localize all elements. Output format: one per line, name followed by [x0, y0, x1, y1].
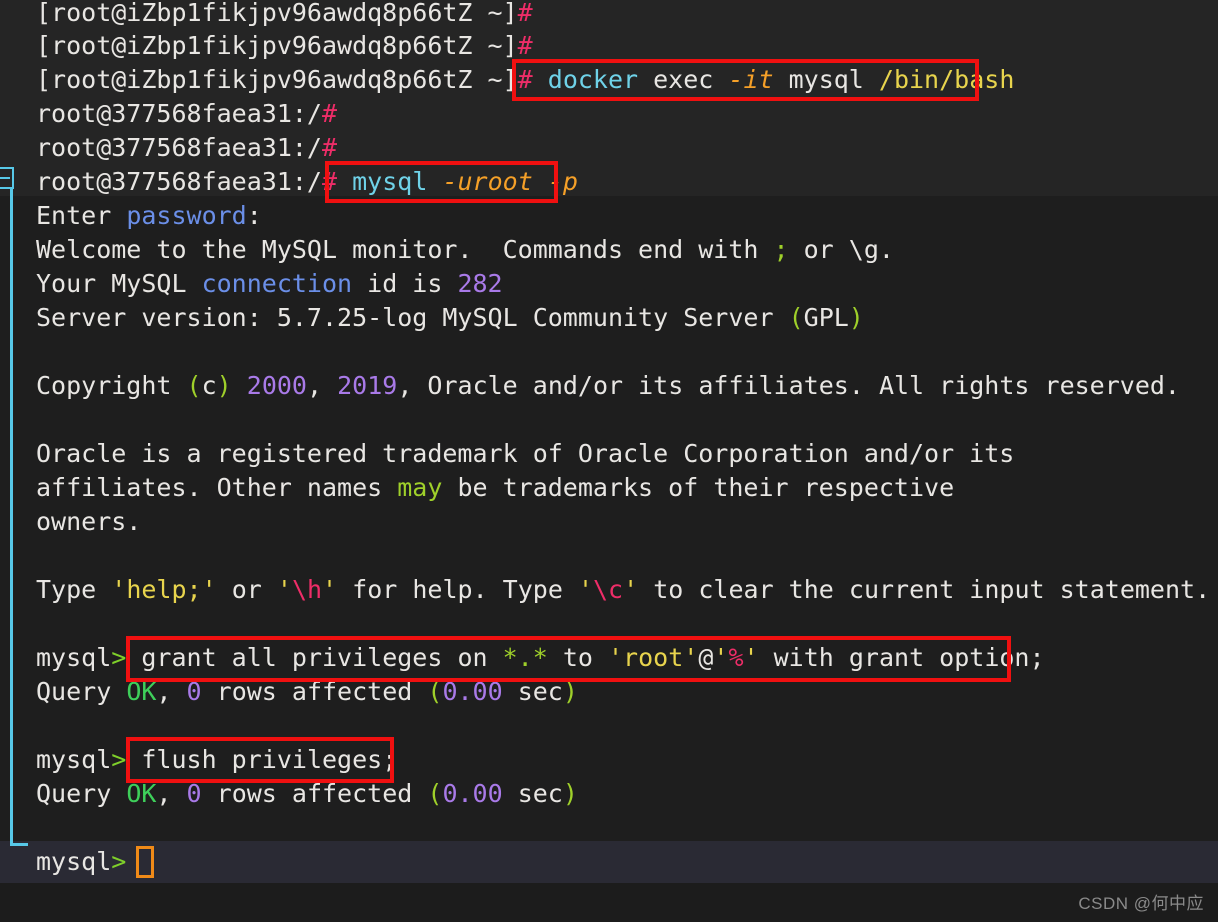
- mysql-prompt: mysql: [36, 745, 112, 774]
- terminal-line-9-connection-id: Your MySQL connection id is 282: [36, 269, 503, 298]
- csdn-watermark: CSDN @何中应: [1078, 894, 1204, 913]
- terminal-line-1: [root@iZbp1fikjpv96awdq8p66tZ ~]#: [36, 0, 533, 30]
- terminal-line-12-trademark: Oracle is a registered trademark of Orac…: [36, 439, 1015, 468]
- grant-clause: grant all privileges on: [126, 643, 503, 672]
- prompt-hash: #: [517, 65, 533, 94]
- flush-command: flush privileges;: [126, 745, 398, 774]
- query-time: 0.00: [442, 677, 503, 706]
- docker-subcommand: exec: [638, 65, 729, 94]
- text-cursor: [136, 846, 154, 878]
- grant-scope: *.*: [502, 643, 548, 672]
- docker-keyword: docker: [547, 65, 639, 94]
- help-escape-c: \c: [593, 575, 624, 604]
- container-prompt: root@377568faea31:/: [36, 99, 322, 128]
- query-status: OK: [126, 677, 157, 706]
- prompt-hash: #: [517, 0, 533, 27]
- container-prompt: root@377568faea31:/: [36, 167, 322, 196]
- mysql-prompt-arrow: >: [111, 745, 127, 774]
- docker-flag: -it: [728, 65, 774, 94]
- docker-container-name: mysql: [773, 65, 879, 94]
- query-status: OK: [126, 779, 157, 808]
- terminal-output[interactable]: [root@iZbp1fikjpv96awdq8p66tZ ~]# [root@…: [0, 0, 1218, 922]
- terminal-line-3-docker-command: [root@iZbp1fikjpv96awdq8p66tZ ~]# docker…: [36, 63, 1014, 97]
- host-prompt: [root@iZbp1fikjpv96awdq8p66tZ ~]: [36, 0, 518, 27]
- terminal-line-14-owners: owners.: [36, 507, 142, 536]
- mysql-prompt-arrow: >: [111, 643, 127, 672]
- host-prompt: [root@iZbp1fikjpv96awdq8p66tZ ~]: [36, 65, 518, 94]
- terminal-line-17-query-result: Query OK, 0 rows affected (0.00 sec): [36, 677, 578, 706]
- terminal-line-5: root@377568faea31:/#: [36, 131, 337, 165]
- rows-affected-count: 0: [186, 677, 202, 706]
- terminal-line-4: root@377568faea31:/#: [36, 97, 337, 131]
- mysql-keyword: mysql: [352, 167, 428, 196]
- prompt-hash: #: [517, 31, 533, 60]
- mysql-prompt: mysql: [36, 643, 112, 672]
- host-prompt: [root@iZbp1fikjpv96awdq8p66tZ ~]: [36, 31, 518, 60]
- help-escape-h: \h: [291, 575, 323, 604]
- terminal-line-18-flush-privileges: mysql> flush privileges;: [36, 743, 397, 777]
- mysql-password-flag: -p: [547, 167, 578, 196]
- query-time: 0.00: [442, 779, 503, 808]
- terminal-line-13-trademark-cont: affiliates. Other names may be trademark…: [36, 473, 955, 502]
- terminal-line-6-mysql-login: root@377568faea31:/# mysql -uroot -p: [36, 165, 578, 199]
- connection-id-value: 282: [457, 269, 503, 298]
- terminal-line-15-help-hint: Type 'help;' or '\h' for help. Type '\c'…: [36, 575, 1211, 604]
- grant-host: %: [728, 643, 744, 672]
- copyright-year-start: 2000: [246, 371, 307, 400]
- grant-user: 'root': [608, 643, 699, 672]
- password-token: password: [126, 201, 247, 230]
- connection-token: connection: [201, 269, 353, 298]
- terminal-line-2: [root@iZbp1fikjpv96awdq8p66tZ ~]#: [36, 29, 533, 63]
- terminal-line-11-copyright: Copyright (c) 2000, 2019, Oracle and/or …: [36, 371, 1180, 400]
- terminal-line-8-welcome: Welcome to the MySQL monitor. Commands e…: [36, 235, 894, 264]
- terminal-line-10-server-version: Server version: 5.7.25-log MySQL Communi…: [36, 303, 864, 332]
- prompt-hash: #: [321, 99, 338, 128]
- terminal-line-20-active-prompt[interactable]: mysql>: [36, 845, 126, 879]
- mysql-user-flag: -uroot: [442, 167, 533, 196]
- mysql-prompt-arrow: >: [111, 847, 127, 876]
- terminal-line-19-query-result: Query OK, 0 rows affected (0.00 sec): [36, 779, 578, 808]
- copyright-year-end: 2019: [337, 371, 398, 400]
- rows-affected-count: 0: [186, 779, 202, 808]
- terminal-line-7-enter-password: Enter password:: [36, 201, 262, 230]
- mysql-prompt: mysql: [36, 847, 112, 876]
- prompt-hash: #: [321, 167, 338, 196]
- prompt-hash: #: [321, 133, 338, 162]
- help-command: help;: [126, 575, 202, 604]
- terminal-line-16-grant-statement: mysql> grant all privileges on *.* to 'r…: [36, 643, 1045, 672]
- container-prompt: root@377568faea31:/: [36, 133, 322, 162]
- docker-shell-path: /bin/bash: [878, 65, 1015, 94]
- terminal-screenshot: [root@iZbp1fikjpv96awdq8p66tZ ~]# [root@…: [0, 0, 1218, 922]
